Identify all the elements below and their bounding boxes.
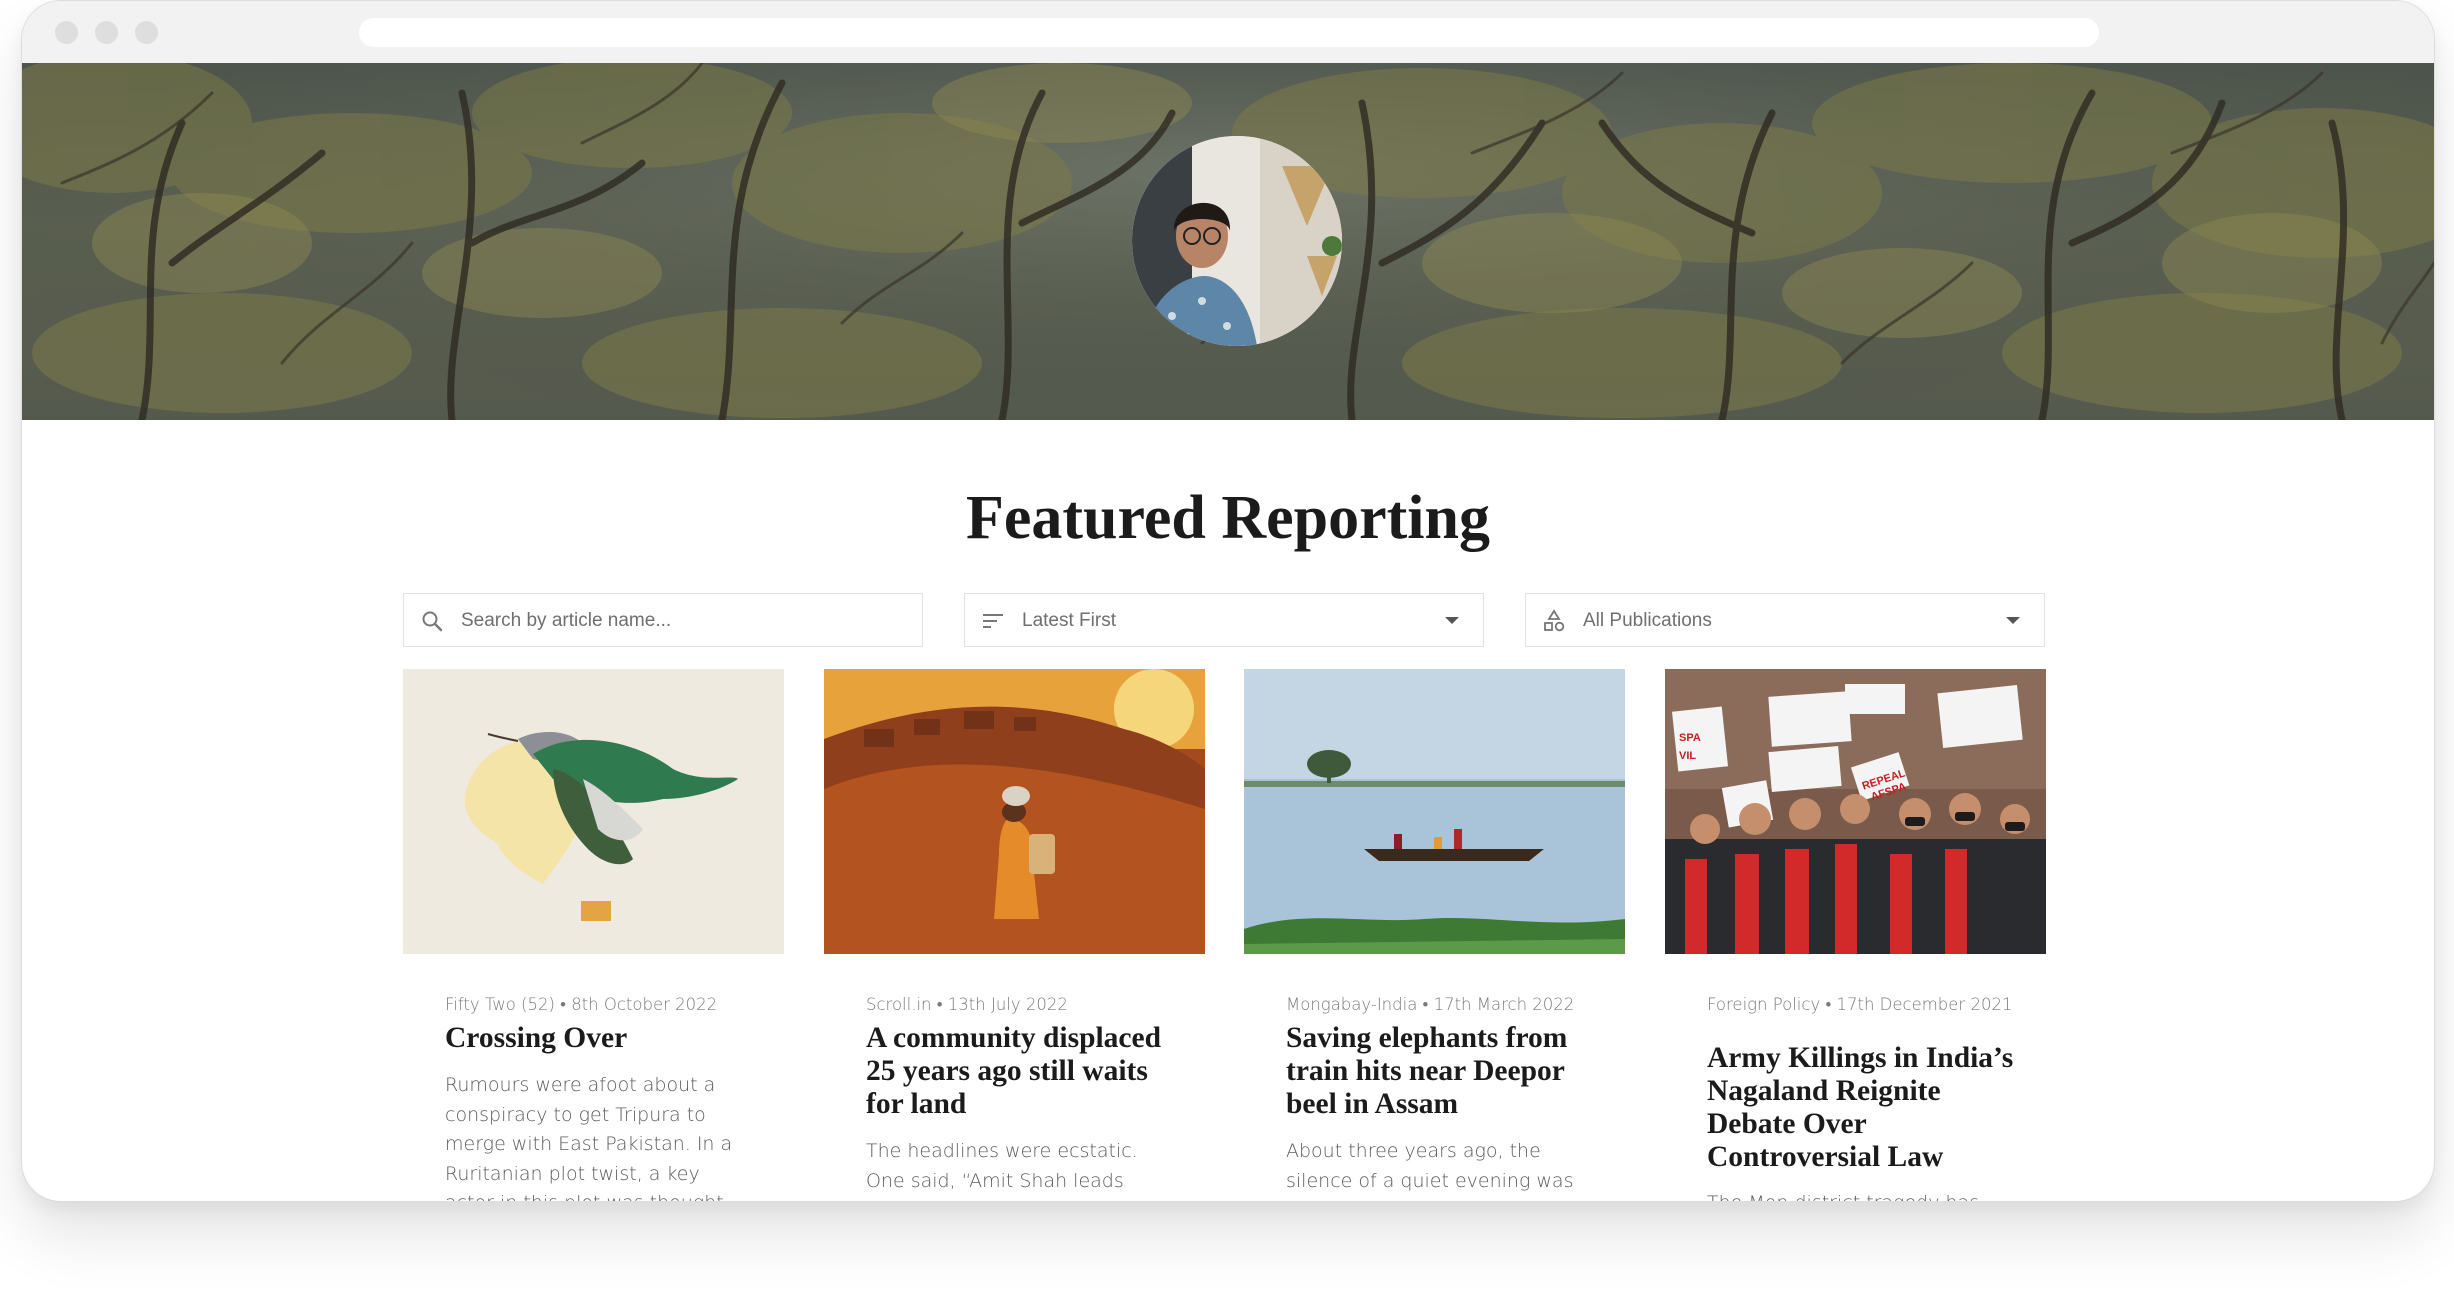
article-card[interactable]: SPA VIL REPEAL AFSPA Foreign Policy • 17… bbox=[1665, 669, 2046, 1201]
window-close-dot[interactable] bbox=[55, 21, 78, 44]
window-minimize-dot[interactable] bbox=[95, 21, 118, 44]
publication-select[interactable]: All Publications bbox=[1525, 593, 2045, 647]
article-excerpt: About three years ago, the silence of a … bbox=[1286, 1140, 1574, 1192]
search-field[interactable] bbox=[403, 593, 923, 647]
profile-photo bbox=[1132, 136, 1342, 346]
article-meta: Mongabay-India • 17th March 2022 bbox=[1286, 995, 1575, 1014]
article-meta: Scroll.in • 13th July 2022 bbox=[866, 995, 1068, 1014]
article-title[interactable]: Army Killings in India’s Nagaland Reigni… bbox=[1707, 1042, 2027, 1174]
window-maximize-dot[interactable] bbox=[135, 21, 158, 44]
protest-sign-text: SPA bbox=[1679, 732, 1701, 744]
article-image-protest[interactable]: SPA VIL REPEAL AFSPA bbox=[1665, 669, 2046, 954]
article-image-illustration[interactable] bbox=[824, 669, 1205, 954]
protest-sign-text: VIL bbox=[1679, 750, 1696, 762]
article-card[interactable]: Scroll.in • 13th July 2022 A community d… bbox=[824, 669, 1205, 1192]
article-meta: Fifty Two (52) • 8th October 2022 bbox=[445, 995, 718, 1014]
article-excerpt: Rumours were afoot about a conspiracy to… bbox=[445, 1074, 733, 1201]
article-title[interactable]: Crossing Over bbox=[445, 1022, 765, 1055]
publication-select-value: All Publications bbox=[1583, 610, 1712, 631]
profile-avatar bbox=[1132, 136, 1342, 346]
section-title: Featured Reporting bbox=[965, 484, 1491, 552]
browser-window: Featured Reporting Latest First All Publ… bbox=[21, 0, 2435, 1202]
browser-titlebar bbox=[22, 1, 2434, 63]
hero-banner bbox=[22, 63, 2434, 420]
chevron-down-icon bbox=[2006, 617, 2020, 624]
chevron-down-icon bbox=[1445, 617, 1459, 624]
address-bar[interactable] bbox=[359, 18, 2099, 47]
article-card[interactable]: Fifty Two (52) • 8th October 2022 Crossi… bbox=[403, 669, 784, 1201]
search-icon bbox=[422, 611, 443, 632]
article-image-lake[interactable] bbox=[1244, 669, 1625, 954]
article-meta: Foreign Policy • 17th December 2021 bbox=[1707, 995, 2013, 1014]
article-card[interactable]: Mongabay-India • 17th March 2022 Saving … bbox=[1244, 669, 1625, 1192]
sort-select-value: Latest First bbox=[1022, 610, 1116, 631]
article-excerpt: The headlines were ecstatic. One said, “… bbox=[866, 1140, 1138, 1192]
sort-icon bbox=[983, 614, 1003, 628]
article-title[interactable]: A community displaced 25 years ago still… bbox=[866, 1022, 1186, 1121]
article-excerpt: The Mon district tragedy has bbox=[1707, 1189, 2007, 1201]
article-image-bird[interactable] bbox=[403, 669, 784, 954]
shapes-icon bbox=[1544, 609, 1565, 632]
search-input[interactable] bbox=[461, 610, 891, 632]
article-title[interactable]: Saving elephants from train hits near De… bbox=[1286, 1022, 1606, 1121]
sort-select[interactable]: Latest First bbox=[964, 593, 1484, 647]
